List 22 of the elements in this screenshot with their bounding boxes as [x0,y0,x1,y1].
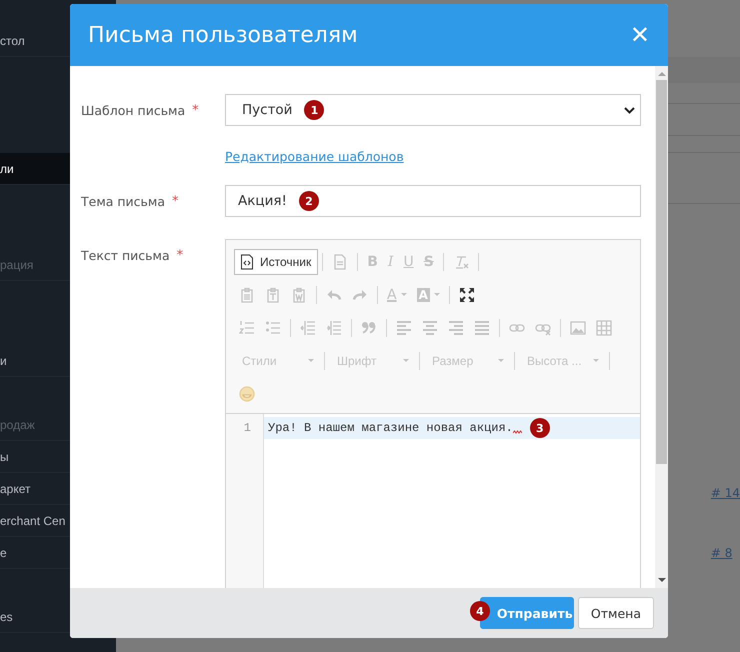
scrollbar[interactable] [655,66,668,588]
line-number: 1 [244,420,251,437]
source-icon [240,254,254,270]
cancel-button[interactable]: Отмена [578,597,654,629]
source-button[interactable]: Источник [234,248,318,274]
field-label: Шаблон письма [81,102,186,118]
step-badge: 4 [470,601,490,621]
edit-templates-link[interactable]: Редактирование шаблонов [225,149,404,164]
subject-field[interactable]: Акция! 2 [225,185,641,217]
code-text: Ура! В нашем магазине новая акция. [268,421,513,435]
order-link[interactable]: # 8 [710,546,732,560]
required-mark: * [192,102,199,118]
step-badge: 2 [298,191,319,211]
step-badge: 1 [304,100,324,120]
order-link[interactable]: # 14 [710,486,740,500]
step-badge: 3 [530,418,550,438]
field-label: Тема письма [81,193,166,209]
close-button[interactable]: ✕ [630,21,650,49]
chevron-icon [624,106,635,114]
template-select[interactable]: Пустой 1 [225,94,641,126]
required-mark: * [172,193,179,209]
required-mark: * [176,247,184,263]
